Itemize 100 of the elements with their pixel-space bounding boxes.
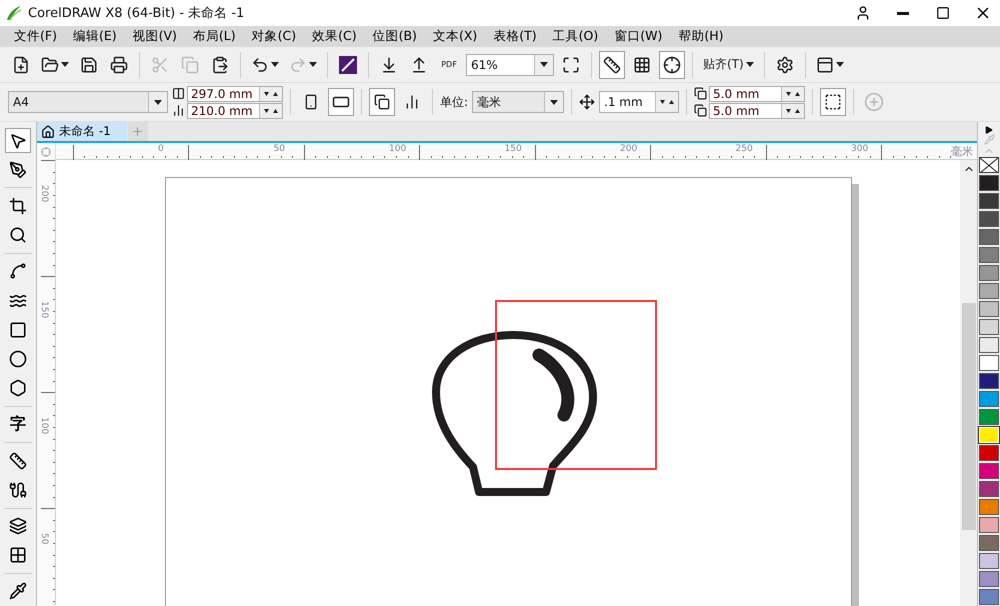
ruler-icon <box>9 452 27 470</box>
color-swatch[interactable] <box>979 373 999 389</box>
menu-item[interactable]: 文件(F) <box>8 26 67 47</box>
color-swatch[interactable] <box>979 571 999 587</box>
ruler-label: 100 <box>389 144 406 154</box>
guidelines-toggle[interactable] <box>659 50 685 78</box>
portrait-icon <box>303 94 319 110</box>
page-size-combo[interactable]: A4 <box>8 91 168 113</box>
color-swatch[interactable] <box>979 463 999 479</box>
plus-icon <box>131 125 144 138</box>
plus-circle-icon <box>864 92 884 112</box>
menu-item[interactable]: 布局(L) <box>186 26 246 47</box>
ruler-corner[interactable] <box>37 143 56 160</box>
ruler-label: 50 <box>274 144 285 154</box>
menu-item[interactable]: 视图(V) <box>126 26 187 47</box>
paste-icon <box>211 56 229 74</box>
pages-icon <box>374 94 390 110</box>
color-swatch[interactable] <box>979 481 999 497</box>
menu-item[interactable]: 窗口(W) <box>608 26 672 47</box>
ruler-label: 0 <box>158 144 164 154</box>
duplicate-x-field[interactable]: 5.0 mm <box>709 86 806 102</box>
unit-combo[interactable]: 毫米 <box>472 91 564 113</box>
menu-item[interactable]: 位图(B) <box>366 26 427 47</box>
menu-item[interactable]: 效果(C) <box>306 26 367 47</box>
scrollbar-thumb[interactable] <box>962 303 976 530</box>
color-swatch[interactable] <box>979 553 999 569</box>
color-swatch[interactable] <box>979 535 999 551</box>
treat-as-filled-button[interactable] <box>820 88 846 116</box>
zoom-combo[interactable]: 61% <box>466 54 554 76</box>
search-icon <box>9 226 27 244</box>
menu-item[interactable]: 文本(X) <box>426 26 488 47</box>
nudge-icon <box>579 94 596 110</box>
spinner[interactable] <box>655 92 678 112</box>
color-swatch[interactable] <box>979 301 999 317</box>
user-icon <box>855 5 871 21</box>
maximize-icon <box>936 6 950 20</box>
no-color-swatch[interactable] <box>979 157 999 173</box>
minimize-icon <box>897 12 909 14</box>
menu-item[interactable]: 帮助(H) <box>672 26 734 47</box>
import-icon <box>380 56 398 74</box>
width-icon <box>172 87 185 100</box>
connect-icon <box>339 56 357 74</box>
copy-icon <box>181 56 199 74</box>
color-swatch[interactable] <box>979 175 999 191</box>
ruler-label: 200 <box>39 185 49 202</box>
rulers-toggle[interactable] <box>599 50 625 78</box>
color-swatch[interactable] <box>979 355 999 371</box>
menu-item[interactable]: 工具(O) <box>546 26 608 47</box>
color-swatch[interactable] <box>979 517 999 533</box>
eyedropper-icon <box>984 134 994 145</box>
color-swatch[interactable] <box>979 499 999 515</box>
color-swatch[interactable] <box>979 229 999 245</box>
logo-icon <box>6 5 22 21</box>
spinner[interactable] <box>781 104 804 118</box>
width-field[interactable]: 297.0 mm <box>187 86 283 102</box>
settings-icon <box>776 56 794 74</box>
guideline-icon <box>663 56 681 74</box>
height-icon <box>172 104 185 117</box>
color-swatch[interactable] <box>979 247 999 263</box>
ruler-unit: 毫米 <box>951 144 973 159</box>
ruler-label: 250 <box>736 144 753 154</box>
pointer-icon <box>9 132 27 150</box>
selection-frame[interactable] <box>495 300 657 470</box>
menu-item[interactable]: 编辑(E) <box>66 26 127 47</box>
cross-icon <box>980 158 998 172</box>
color-swatch[interactable] <box>979 337 999 353</box>
color-swatch[interactable] <box>979 283 999 299</box>
color-swatch[interactable] <box>979 409 999 425</box>
light-bulb-drawing[interactable] <box>432 331 597 496</box>
menu-item[interactable]: 对象(C) <box>246 26 306 47</box>
duplicate-y-field[interactable]: 5.0 mm <box>709 102 806 118</box>
color-swatch[interactable] <box>979 193 999 209</box>
palette-flyout-button[interactable] <box>985 126 993 134</box>
connector-icon <box>9 480 27 499</box>
offset-y-icon <box>694 104 708 117</box>
spinner[interactable] <box>259 86 282 100</box>
color-swatch[interactable] <box>979 445 999 461</box>
caret-icon <box>271 62 279 67</box>
height-field[interactable]: 210.0 mm <box>187 102 283 118</box>
color-swatch[interactable] <box>979 589 999 605</box>
menu-item[interactable]: 表格(T) <box>487 26 547 47</box>
save-icon <box>80 56 98 74</box>
ruler-label: 100 <box>39 417 49 434</box>
pdf-button[interactable]: PDF <box>436 50 462 78</box>
color-swatch[interactable] <box>979 211 999 227</box>
pick-tool[interactable] <box>5 128 31 154</box>
spinner[interactable] <box>259 104 282 118</box>
all-pages-button[interactable] <box>369 88 395 116</box>
color-swatch[interactable] <box>979 391 999 407</box>
snap-button[interactable]: 贴齐(T) <box>700 50 757 78</box>
color-swatch[interactable] <box>979 265 999 281</box>
document-tab[interactable]: 未命名 -1 <box>37 122 127 141</box>
nudge-field[interactable]: .1 mm <box>599 91 680 113</box>
ruler-label: 50 <box>39 533 49 544</box>
text-tool[interactable]: 字 <box>5 412 31 438</box>
spinner[interactable] <box>781 86 804 100</box>
offset-x-icon <box>694 87 708 100</box>
square-icon <box>9 320 27 339</box>
color-swatch[interactable] <box>979 319 999 335</box>
landscape-button[interactable] <box>328 88 354 116</box>
